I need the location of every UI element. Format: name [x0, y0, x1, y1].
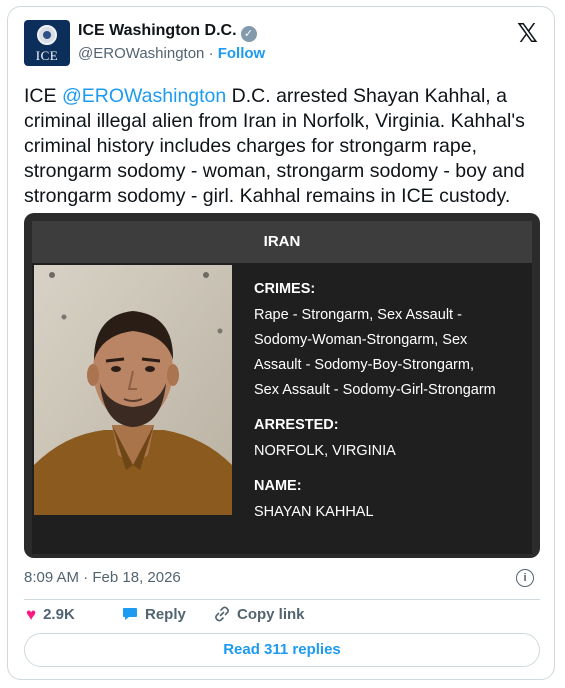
name-section: NAME: SHAYAN KAHHAL: [254, 478, 524, 525]
tweet-card: ICE ICE Washington D.C. ✓ @EROWashington …: [7, 6, 555, 680]
speech-bubble-icon: [122, 605, 138, 625]
x-logo-icon[interactable]: 𝕏: [517, 19, 538, 49]
mention-link[interactable]: @EROWashington: [62, 85, 226, 107]
dhs-seal-icon: [37, 25, 57, 45]
follow-button[interactable]: Follow: [218, 45, 266, 62]
copy-link-button[interactable]: Copy link: [214, 605, 305, 625]
crimes-section: CRIMES: Rape - Strongarm, Sex Assault - …: [254, 281, 524, 403]
timestamp[interactable]: 8:09 AM · Feb 18, 2026: [24, 569, 181, 586]
crimes-label: CRIMES:: [254, 281, 316, 297]
separator: ·: [208, 45, 214, 62]
mugshot-illustration: [34, 265, 232, 515]
name-value: SHAYAN KAHHAL: [254, 504, 374, 520]
detail-panel: CRIMES: Rape - Strongarm, Sex Assault - …: [254, 281, 524, 539]
account-name[interactable]: ICE Washington D.C. ✓: [78, 22, 257, 42]
reply-button[interactable]: Reply: [122, 605, 186, 625]
copy-link-label: Copy link: [237, 606, 305, 623]
arrested-label: ARRESTED:: [254, 417, 339, 433]
media-image[interactable]: IRAN CRIMES: Rape - Strongarm, Sex Assau…: [24, 213, 540, 558]
like-button[interactable]: ♥ 2.9K: [26, 605, 75, 625]
divider: [24, 599, 540, 600]
tweet-prefix: ICE: [24, 85, 62, 107]
tweet-text: ICE @EROWashington D.C. arrested Shayan …: [24, 84, 538, 209]
read-replies-button[interactable]: Read 311 replies: [24, 633, 540, 667]
arrested-section: ARRESTED: NORFOLK, VIRGINIA: [254, 417, 524, 464]
account-handle[interactable]: @EROWashington: [78, 45, 204, 62]
poster: IRAN CRIMES: Rape - Strongarm, Sex Assau…: [32, 221, 532, 554]
like-count: 2.9K: [43, 606, 75, 623]
reply-label: Reply: [145, 606, 186, 623]
crimes-line: Assault - Sodomy-Boy-Strongarm,: [254, 357, 474, 373]
crimes-line: Sodomy-Woman-Strongarm, Sex: [254, 332, 468, 348]
handle-row: @EROWashington · Follow: [78, 45, 265, 62]
verified-badge-icon: ✓: [240, 26, 257, 42]
crimes-line: Sex Assault - Sodomy-Girl-Strongarm: [254, 382, 496, 398]
heart-icon: ♥: [26, 605, 37, 624]
mugshot-photo: [34, 265, 232, 515]
country-header: IRAN: [32, 221, 532, 263]
account-name-text: ICE Washington D.C.: [78, 22, 237, 39]
info-icon[interactable]: i: [516, 569, 534, 587]
avatar[interactable]: ICE: [24, 20, 70, 66]
crimes-line: Rape - Strongarm, Sex Assault -: [254, 307, 462, 323]
name-label: NAME:: [254, 478, 302, 494]
link-icon: [214, 605, 230, 625]
avatar-logo-text: ICE: [35, 48, 59, 63]
arrested-value: NORFOLK, VIRGINIA: [254, 443, 396, 459]
